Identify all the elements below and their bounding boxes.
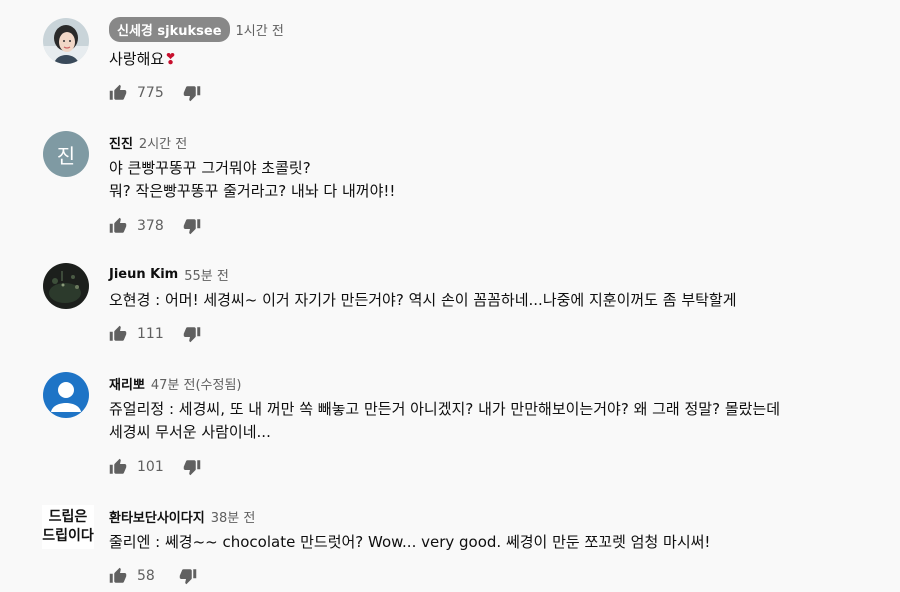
- avatar[interactable]: [43, 18, 89, 64]
- avatar[interactable]: [43, 263, 89, 309]
- comment-text: 쥬얼리정 : 세경씨, 또 내 꺼만 쏙 빼놓고 만든거 아니겠지? 내가 만만…: [109, 398, 780, 444]
- comment-time[interactable]: 47분 전(수정됨): [151, 374, 242, 393]
- avatar[interactable]: 진: [43, 131, 89, 177]
- avatar-text-line: 드립이다: [42, 528, 94, 544]
- thumb-up-icon[interactable]: [109, 325, 127, 343]
- comment-line: 쥬얼리정 : 세경씨, 또 내 꺼만 쏙 빼놓고 만든거 아니겠지? 내가 만만…: [109, 400, 781, 418]
- like-count: 58: [137, 568, 155, 584]
- comment-actions: 111: [109, 325, 201, 343]
- like-count: 378: [137, 218, 164, 234]
- comment-line: 줄리엔 : 쎄경~~ chocolate 만드럿어? Wow... very g…: [109, 533, 711, 551]
- comment-text: 오현경 : 어머! 세경씨~ 이거 자기가 만든거야? 역시 손이 꼼꼼하네..…: [109, 289, 737, 312]
- photo-night-icon: [43, 263, 89, 309]
- like-count: 775: [137, 85, 164, 101]
- thumb-up-icon[interactable]: [109, 458, 127, 476]
- thumb-down-icon[interactable]: [183, 84, 201, 102]
- comment-author[interactable]: Jieun Kim: [109, 267, 178, 282]
- thumb-up-icon[interactable]: [109, 84, 127, 102]
- comment-line: 뭐? 작은빵꾸똥꾸 줄거라고? 내놔 다 내꺼야!!: [109, 182, 396, 200]
- comment-author[interactable]: 신세경 sjkuksee: [109, 16, 230, 42]
- comment-line: 세경씨 무서운 사람이네...: [109, 423, 271, 441]
- comment-text: 사랑해요❣: [109, 48, 177, 71]
- comment-time[interactable]: 55분 전: [184, 265, 229, 284]
- avatar-letter: 진: [56, 143, 76, 168]
- default-user-icon: [43, 372, 89, 418]
- comment-actions: 58: [109, 567, 197, 585]
- avatar[interactable]: [43, 372, 89, 418]
- avatar-text-line: 드립은: [48, 509, 88, 525]
- comment-time[interactable]: 1시간 전: [236, 20, 284, 39]
- heart-exclamation-icon: ❣: [164, 50, 177, 68]
- comment-author[interactable]: 진진: [109, 133, 133, 152]
- like-count: 101: [137, 459, 164, 475]
- comment-line: 오현경 : 어머! 세경씨~ 이거 자기가 만든거야? 역시 손이 꼼꼼하네..…: [109, 291, 737, 309]
- comment-actions: 101: [109, 458, 201, 476]
- comment-author[interactable]: 환타보단사이다지: [109, 507, 205, 526]
- thumb-down-icon[interactable]: [183, 217, 201, 235]
- thumb-up-icon[interactable]: [109, 567, 127, 585]
- comment-text: 야 큰빵꾸똥꾸 그거뭐야 초콜릿? 뭐? 작은빵꾸똥꾸 줄거라고? 내놔 다 내…: [109, 157, 395, 203]
- thumb-up-icon[interactable]: [109, 217, 127, 235]
- comment-time[interactable]: 38분 전: [211, 507, 256, 526]
- thumb-down-icon[interactable]: [183, 458, 201, 476]
- comment-actions: 775: [109, 84, 201, 102]
- like-count: 111: [137, 326, 164, 342]
- avatar[interactable]: 드립은 드립이다: [42, 505, 94, 549]
- thumb-down-icon[interactable]: [183, 325, 201, 343]
- thumb-down-icon[interactable]: [179, 567, 197, 585]
- comment-line: 야 큰빵꾸똥꾸 그거뭐야 초콜릿?: [109, 159, 311, 177]
- photo-woman-icon: [43, 18, 89, 64]
- comment-text: 줄리엔 : 쎄경~~ chocolate 만드럿어? Wow... very g…: [109, 531, 710, 554]
- comment-line: 사랑해요: [109, 50, 165, 68]
- comment-time[interactable]: 2시간 전: [139, 133, 187, 152]
- comment-author[interactable]: 재리뽀: [109, 374, 145, 393]
- comment-actions: 378: [109, 217, 201, 235]
